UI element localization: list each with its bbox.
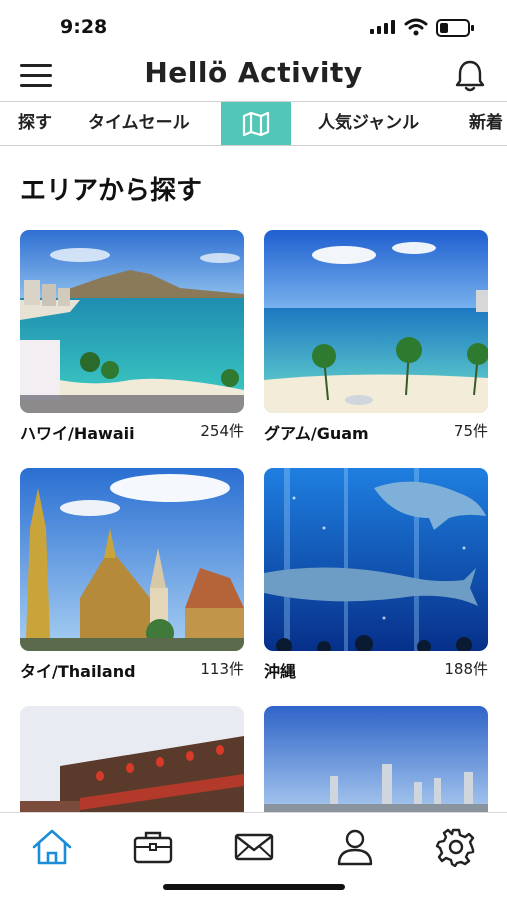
status-bar: 9:28 xyxy=(0,0,507,48)
app-header: Hellö Activity xyxy=(0,50,507,102)
home-indicator xyxy=(163,884,345,890)
area-image-partial-2 xyxy=(264,706,488,812)
tab-popular-genre[interactable]: 人気ジャンル xyxy=(318,102,419,145)
area-card-thailand[interactable]: タイ/Thailand 113件 xyxy=(20,468,244,683)
tab-map[interactable] xyxy=(221,102,291,145)
area-card-guam[interactable]: グアム/Guam 75件 xyxy=(264,230,488,445)
area-card-partial-2[interactable] xyxy=(264,706,488,812)
area-image-guam xyxy=(264,230,488,413)
area-count: 254件 xyxy=(200,422,244,440)
briefcase-icon[interactable] xyxy=(131,827,175,867)
tab-search[interactable]: 探す xyxy=(18,102,52,145)
gear-icon[interactable] xyxy=(434,827,478,867)
area-image-partial-1 xyxy=(20,706,244,812)
map-icon xyxy=(242,111,270,136)
status-time: 9:28 xyxy=(60,16,108,38)
area-name: ハワイ/Hawaii xyxy=(20,424,135,443)
mail-icon[interactable] xyxy=(232,827,276,867)
area-image-hawaii xyxy=(20,230,244,413)
area-name: 沖縄 xyxy=(264,662,297,681)
area-card-partial-1[interactable] xyxy=(20,706,244,812)
app-logo: Hellö Activity xyxy=(144,56,363,89)
area-image-thailand xyxy=(20,468,244,651)
section-title: エリアから探す xyxy=(20,176,203,206)
area-card-hawaii[interactable]: ハワイ/Hawaii 254件 xyxy=(20,230,244,445)
area-count: 75件 xyxy=(453,422,488,440)
signal-icon xyxy=(370,20,395,34)
wifi-icon xyxy=(404,18,428,36)
battery-icon xyxy=(436,19,474,37)
area-card-okinawa[interactable]: 沖縄 188件 xyxy=(264,468,488,683)
area-count: 188件 xyxy=(444,660,488,678)
area-name: タイ/Thailand xyxy=(20,662,136,681)
area-image-okinawa xyxy=(264,468,488,651)
user-icon[interactable] xyxy=(333,827,377,867)
area-name: グアム/Guam xyxy=(264,424,369,443)
area-count: 113件 xyxy=(200,660,244,678)
category-tabs: 探す タイムセール 人気ジャンル 新着 xyxy=(0,101,507,146)
tab-time-sale[interactable]: タイムセール xyxy=(88,102,190,145)
home-icon[interactable] xyxy=(30,827,74,867)
tab-new-arrivals[interactable]: 新着 xyxy=(469,102,503,145)
bell-icon[interactable] xyxy=(452,58,488,94)
